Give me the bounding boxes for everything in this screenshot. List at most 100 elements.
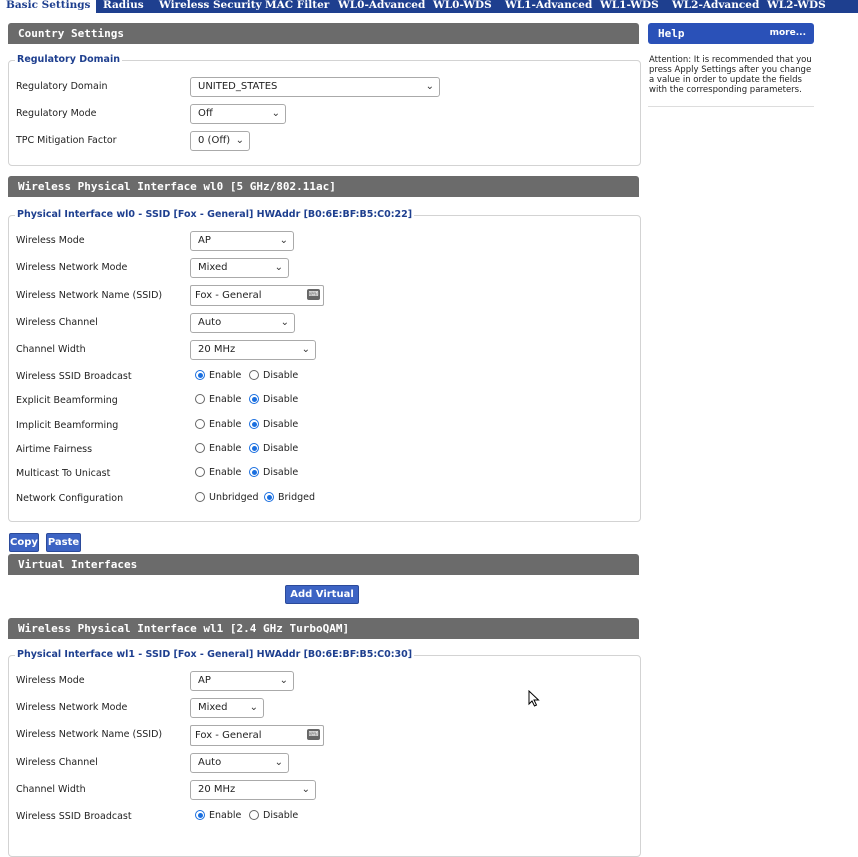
radio-label: Bridged [278,492,315,503]
regulatory-mode-value: Off [198,108,213,119]
tab-radius[interactable]: Radius [103,0,144,13]
regulatory-domain-select[interactable]: UNITED_STATES ⌄ [190,77,440,97]
wl1-header: Wireless Physical Interface wl1 [2.4 GHz… [8,618,639,639]
wl1-channel-select[interactable]: Auto ⌄ [190,753,289,773]
tpc-mitigation-select[interactable]: 0 (Off) ⌄ [190,131,250,151]
wl0-explicit-enable[interactable]: Enable [195,394,241,405]
radio-selected-icon [195,810,205,820]
chevron-down-icon: ⌄ [271,108,280,119]
add-virtual-ap-button[interactable]: Add Virtual AP [285,585,359,617]
wl0-network-mode-label: Wireless Network Mode [16,262,128,273]
radio-selected-icon [249,419,259,429]
regulatory-domain-label: Regulatory Domain [16,81,108,92]
wl0-ssid-value: Fox - General [195,290,262,301]
wl0-airtime-disable[interactable]: Disable [249,443,298,454]
regulatory-domain-legend: Regulatory Domain [15,54,122,65]
wl0-legend: Physical Interface wl0 - SSID [Fox - Gen… [15,209,415,220]
paste-button[interactable]: Paste [46,533,81,552]
regulatory-domain-fieldset: Regulatory Domain [8,54,641,166]
wl0-channel-width-select[interactable]: 20 MHz ⌄ [190,340,316,360]
tab-bar: Basic Settings Radius Wireless Security … [0,0,858,13]
wl0-netconfig-unbridged[interactable]: Unbridged [195,492,259,503]
wl0-implicit-disable[interactable]: Disable [249,419,298,430]
wl0-ssid-label: Wireless Network Name (SSID) [16,290,163,301]
wl0-channel-width-value: 20 MHz [198,344,236,355]
chevron-down-icon: ⌄ [274,757,283,768]
wl1-wireless-mode-select[interactable]: AP ⌄ [190,671,294,691]
wl0-implicit-enable[interactable]: Enable [195,419,241,430]
keyboard-icon[interactable]: ⌨ [307,289,320,300]
wl0-header: Wireless Physical Interface wl0 [5 GHz/8… [8,176,639,197]
wl0-multicast-label: Multicast To Unicast [16,468,111,479]
tab-basic-settings[interactable]: Basic Settings [0,0,97,13]
wl0-explicit-beamforming-label: Explicit Beamforming [16,395,118,406]
wl0-wireless-mode-select[interactable]: AP ⌄ [190,231,294,251]
radio-icon [249,370,259,380]
wl0-multicast-enable[interactable]: Enable [195,467,241,478]
wl0-explicit-disable[interactable]: Disable [249,394,298,405]
tab-wl1-advanced[interactable]: WL1-Advanced [505,0,592,13]
wl0-ssid-broadcast-enable[interactable]: Enable [195,370,241,381]
radio-label: Enable [209,467,242,478]
wl0-airtime-enable[interactable]: Enable [195,443,241,454]
chevron-down-icon: ⌄ [301,784,310,795]
radio-icon [195,467,205,477]
wl1-channel-label: Wireless Channel [16,757,98,768]
chevron-down-icon: ⌄ [280,317,289,328]
copy-button[interactable]: Copy [9,533,39,552]
radio-selected-icon [195,370,205,380]
wl0-network-config-label: Network Configuration [16,493,124,504]
help-more-link[interactable]: more... [770,23,806,44]
wl1-fieldset: Physical Interface wl1 - SSID [Fox - Gen… [8,649,641,857]
help-divider [648,106,814,107]
radio-label: Enable [209,443,242,454]
wl1-network-mode-label: Wireless Network Mode [16,702,128,713]
radio-selected-icon [249,467,259,477]
radio-label: Enable [209,419,242,430]
radio-icon [195,419,205,429]
wl1-wireless-mode-value: AP [198,675,211,686]
wl0-netconfig-bridged[interactable]: Bridged [264,492,315,503]
wl0-network-mode-select[interactable]: Mixed ⌄ [190,258,289,278]
wl1-ssid-broadcast-enable[interactable]: Enable [195,810,241,821]
chevron-down-icon: ⌄ [274,262,283,273]
tab-wl2-wds[interactable]: WL2-WDS [767,0,826,13]
radio-label: Enable [209,810,242,821]
wl1-ssid-broadcast-disable[interactable]: Disable [249,810,298,821]
wl0-channel-width-label: Channel Width [16,344,86,355]
wl1-ssid-input[interactable]: Fox - General ⌨ [190,725,324,746]
tpc-mitigation-label: TPC Mitigation Factor [16,135,117,146]
tab-mac-filter[interactable]: MAC Filter [265,0,329,13]
wl0-ssid-broadcast-disable[interactable]: Disable [249,370,298,381]
tab-wl0-advanced[interactable]: WL0-Advanced [338,0,425,13]
radio-label: Enable [209,370,242,381]
wl0-airtime-fairness-label: Airtime Fairness [16,444,93,455]
wl0-implicit-beamforming-label: Implicit Beamforming [16,420,119,431]
wl1-ssid-broadcast-label: Wireless SSID Broadcast [16,811,132,822]
wl1-wireless-mode-label: Wireless Mode [16,675,85,686]
wl1-channel-width-label: Channel Width [16,784,86,795]
wl0-channel-value: Auto [198,317,222,328]
wl1-legend: Physical Interface wl1 - SSID [Fox - Gen… [15,649,415,660]
tab-wl2-advanced[interactable]: WL2-Advanced [672,0,759,13]
tab-wl0-wds[interactable]: WL0-WDS [433,0,492,13]
wl1-channel-width-select[interactable]: 20 MHz ⌄ [190,780,316,800]
tab-wireless-security[interactable]: Wireless Security [159,0,262,13]
wl0-multicast-disable[interactable]: Disable [249,467,298,478]
wl0-channel-select[interactable]: Auto ⌄ [190,313,295,333]
radio-label: Disable [263,419,299,430]
wl0-wireless-mode-label: Wireless Mode [16,235,85,246]
radio-label: Unbridged [209,492,259,503]
radio-label: Disable [263,394,299,405]
tab-wl1-wds[interactable]: WL1-WDS [600,0,659,13]
keyboard-icon[interactable]: ⌨ [307,729,320,740]
wl1-network-mode-value: Mixed [198,702,228,713]
help-header: Help more... [648,23,814,44]
wl1-network-mode-select[interactable]: Mixed ⌄ [190,698,264,718]
help-text: Attention: It is recommended that you pr… [649,55,812,95]
wl0-wireless-mode-value: AP [198,235,211,246]
wl0-ssid-input[interactable]: Fox - General ⌨ [190,285,324,306]
regulatory-mode-select[interactable]: Off ⌄ [190,104,286,124]
wl0-network-mode-value: Mixed [198,262,228,273]
regulatory-domain-value: UNITED_STATES [198,81,278,92]
